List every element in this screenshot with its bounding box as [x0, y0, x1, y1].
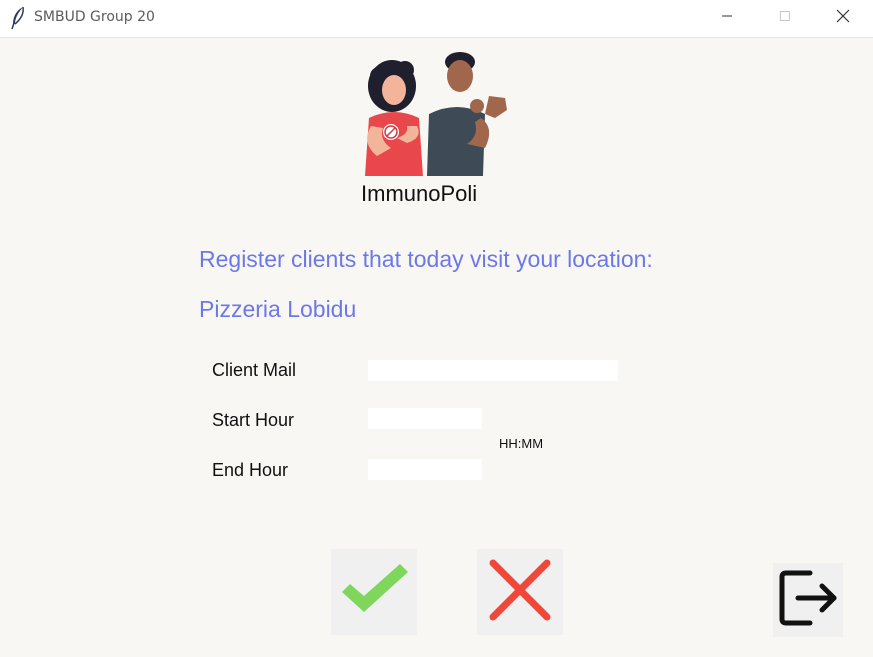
client-mail-label: Client Mail: [212, 360, 297, 380]
app-brand-name: ImmunoPoli: [361, 181, 478, 206]
checkmark-icon: [336, 560, 412, 625]
window-title: SMBUD Group 20: [34, 9, 155, 25]
end-hour-label: End Hour: [212, 460, 289, 480]
two-people-logo: [357, 48, 517, 178]
x-cross-icon: [487, 557, 553, 628]
start-hour-input[interactable]: [368, 408, 482, 429]
location-name: Pizzeria Lobidu: [199, 296, 357, 322]
feather-icon: [9, 6, 27, 30]
minimize-icon: [721, 9, 733, 27]
logout-button[interactable]: [773, 563, 843, 637]
logout-icon: [776, 565, 840, 636]
page-heading: Register clients that today visit your l…: [199, 246, 653, 272]
end-hour-input[interactable]: [368, 459, 482, 480]
cancel-button[interactable]: [477, 549, 563, 635]
time-format-hint: HH:MM: [499, 436, 544, 451]
maximize-button[interactable]: [762, 0, 808, 36]
minimize-button[interactable]: [704, 0, 750, 36]
close-icon: [836, 9, 850, 28]
app-window: SMBUD Group 20 ImmunoPoli Register clien…: [0, 0, 873, 657]
confirm-button[interactable]: [331, 549, 417, 635]
close-button[interactable]: [820, 0, 866, 36]
title-bar: SMBUD Group 20: [0, 0, 873, 38]
client-mail-input[interactable]: [368, 360, 618, 381]
maximize-icon: [779, 9, 791, 27]
start-hour-label: Start Hour: [212, 410, 295, 430]
